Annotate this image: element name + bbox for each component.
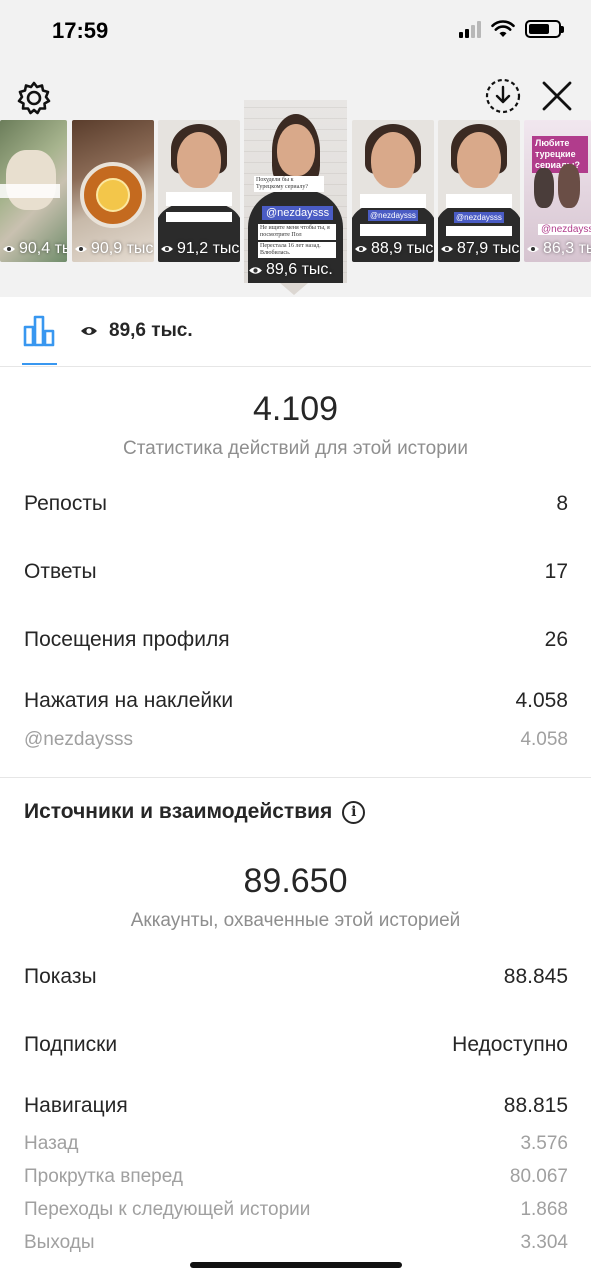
active-story-thumbnail[interactable]: Похудели бы к Турецкому сериалу? @nezday… [244,100,347,283]
battery-icon [525,20,564,38]
stat-label: Подписки [24,1033,118,1056]
story-thumbnail[interactable]: 90,9 тыс [72,120,154,262]
stat-value: 3.576 [520,1133,568,1154]
status-icons [459,20,564,38]
stat-label: Нажатия на наклейки [24,689,234,712]
active-story-caption: Перестала 16 лет назад. Влюбилась. [258,242,336,258]
stat-value: 80.067 [509,1166,568,1187]
status-time: 17:59 [52,18,109,43]
story-views: 90,4 тыс [2,240,67,258]
stat-row-follows: Подписки Недоступно [24,1033,568,1057]
story-thumbnail[interactable]: Любите турецкие сериалы? @nezdaysss 86,3… [524,120,591,262]
story-thumbnail[interactable]: @nezdaysss 88,9 тыс [352,120,434,262]
stat-row-sticker-mention: @nezdaysss 4.058 [24,729,568,751]
story-views: 89,6 тыс. [248,261,333,279]
story-views: 86,3 тыс [526,240,591,258]
reach-total: 89.650 [243,862,348,900]
story-mention: @nezdaysss [454,212,504,223]
stat-row-exits: Выходы 3.304 [24,1232,568,1254]
status-bar: 17:59 [0,0,591,64]
stat-value: 1.868 [520,1199,568,1220]
interactions-caption: Статистика действий для этой истории [122,438,469,459]
story-views: 87,9 тыс [440,240,519,258]
home-indicator[interactable] [190,1262,402,1268]
tab-underline [22,363,57,365]
info-icon[interactable]: i [342,800,366,824]
stat-row-reposts: Репосты 8 [24,492,568,516]
stat-value: 3.304 [520,1232,568,1253]
stat-label: Выходы [24,1232,95,1253]
section-title: Источники и взаимодействия i [24,800,366,824]
eye-icon [81,327,97,335]
active-story-pointer [280,283,308,295]
stat-value: 88.815 [503,1094,568,1117]
story-views: 91,2 тыс [160,240,239,258]
story-thumbnail[interactable]: 90,4 тыс [0,120,67,262]
story-views: 88,9 тыс [354,240,433,258]
stat-label: Посещения профиля [24,628,230,651]
views-count: 89,6 тыс. [109,320,193,341]
insights-toolbar: 89,6 тыс. [0,297,591,367]
stat-row-sticker-taps: Нажатия на наклейки 4.058 [24,689,568,713]
stat-label: Назад [24,1133,79,1154]
section-title-text: Источники и взаимодействия [24,800,333,823]
close-icon[interactable] [541,80,573,112]
stat-row-profile-visits: Посещения профиля 26 [24,628,568,652]
header-actions [485,78,573,114]
story-thumbnail[interactable]: @nezdaysss 87,9 тыс [438,120,520,262]
stat-row-back: Назад 3.576 [24,1133,568,1155]
stat-value: 88.845 [503,965,568,988]
stat-value: 4.058 [520,729,568,750]
bar-chart-icon[interactable] [22,313,56,347]
stat-label: Ответы [24,560,97,583]
stat-row-navigation: Навигация 88.815 [24,1094,568,1118]
stat-label: @nezdaysss [24,729,134,750]
stat-row-forward: Прокрутка вперед 80.067 [24,1166,568,1188]
stat-value: 17 [544,560,568,583]
interactions-total: 4.109 [252,390,339,428]
story-views: 90,9 тыс [74,240,153,258]
gear-icon[interactable] [16,80,52,116]
stat-row-impressions: Показы 88.845 [24,965,568,989]
stat-label: Показы [24,965,97,988]
stat-row-replies: Ответы 17 [24,560,568,584]
active-story-caption: Похудели бы к Турецкому сериалу? [254,176,324,192]
stat-value: 4.058 [515,689,568,712]
stat-value: Недоступно [452,1033,568,1056]
poster-mention: @nezdaysss [538,224,591,235]
signal-icon [459,20,481,38]
stat-label: Навигация [24,1094,128,1117]
stat-label: Переходы к следующей истории [24,1199,311,1220]
wifi-icon [491,20,515,37]
stat-label: Прокрутка вперед [24,1166,183,1187]
stat-row-next-story: Переходы к следующей истории 1.868 [24,1199,568,1221]
stat-value: 8 [556,492,568,515]
story-thumbnail[interactable]: 91,2 тыс [158,120,240,262]
active-story-mention: @nezdaysss [262,206,334,220]
story-mention: @nezdaysss [368,210,418,221]
stat-value: 26 [544,628,568,651]
stat-label: Репосты [24,492,108,515]
section-divider [0,777,591,778]
reach-caption: Аккаунты, охваченные этой историей [130,910,461,931]
download-circle-icon[interactable] [485,78,521,114]
active-story-caption: Не ищите меня чтобы ты, я посмотрите Пол [258,224,336,240]
